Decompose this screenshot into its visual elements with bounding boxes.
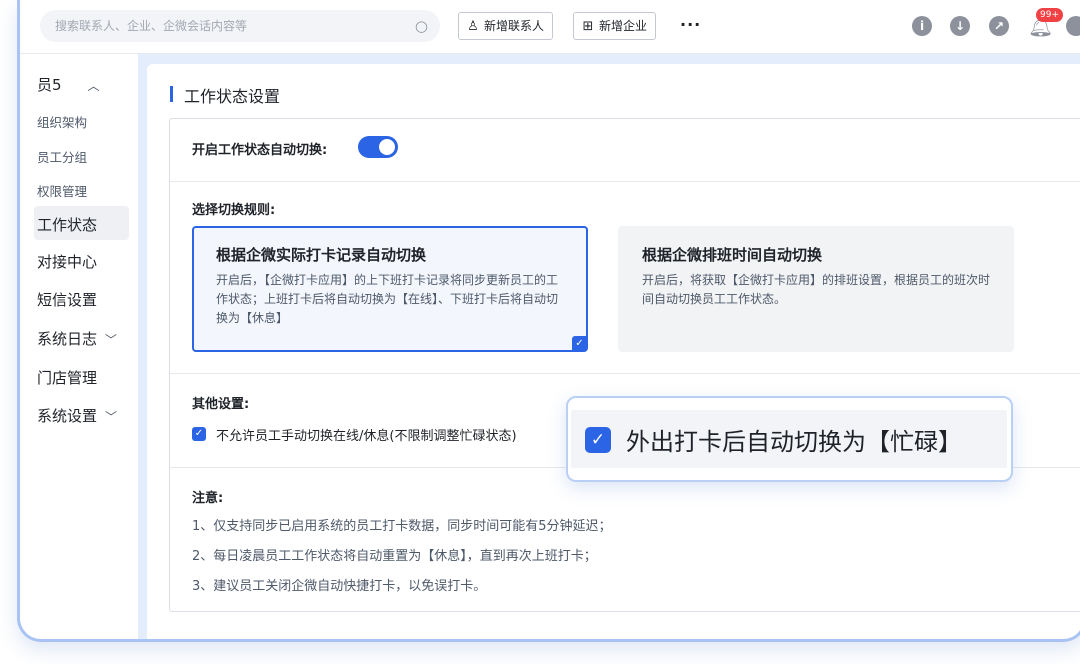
- sidebar-item-org[interactable]: 组织架构: [37, 112, 87, 131]
- sidebar-item-staff-group[interactable]: 员工分组: [37, 147, 87, 166]
- other-settings-label: 其他设置:: [192, 397, 250, 412]
- chevron-up-icon: ︿: [87, 79, 100, 93]
- add-contact-icon: ♙: [467, 19, 479, 34]
- download-icon[interactable]: ↓: [950, 16, 970, 36]
- auto-switch-label: 开启工作状态自动切换:: [192, 143, 328, 158]
- rule-option-desc: 开启后，【企微打卡应用】的上下班打卡记录将同步更新员工的工作状态；上班打卡后将自…: [216, 273, 559, 325]
- rule-option-title: 根据企微实际打卡记录自动切换: [216, 246, 427, 264]
- new-contact-label: 新增联系人: [484, 19, 545, 33]
- note-item: 2、每日凌晨员工工作状态将自动重置为【休息】，直到再次上班打卡；: [192, 549, 597, 564]
- page-title: 工作状态设置: [184, 87, 281, 106]
- sidebar-item-logs-label: 系统日志: [37, 330, 98, 348]
- section-accent-bar: [170, 86, 173, 102]
- toggle-knob: [379, 139, 395, 155]
- notification-badge: 99+: [1036, 8, 1063, 22]
- rule-option-desc: 开启后，将获取【企微打卡应用】的排班设置，根据员工的班次时间自动切换员工工作状态…: [642, 273, 991, 306]
- more-menu-button[interactable]: ···: [680, 12, 701, 38]
- new-company-button[interactable]: ⊞ 新增企业: [573, 12, 657, 40]
- auto-switch-toggle[interactable]: [358, 136, 398, 158]
- top-bar: 搜索联系人、企业、企微会话内容等 ○ ♙ 新增联系人 ⊞ 新增企业 ··· i ↓ …: [20, 0, 1080, 54]
- add-company-icon: ⊞: [582, 19, 594, 34]
- notes-label: 注意:: [192, 491, 224, 506]
- note-item: 1、仅支持同步已启用系统的员工打卡数据，同步时间可能有5分钟延迟；: [192, 519, 612, 534]
- new-contact-button[interactable]: ♙ 新增联系人: [458, 12, 554, 40]
- sidebar-item-permissions[interactable]: 权限管理: [37, 181, 87, 200]
- rule-label: 选择切换规则:: [192, 203, 276, 218]
- search-icon[interactable]: ○: [415, 10, 428, 42]
- outing-busy-checkbox-label[interactable]: 外出打卡后自动切换为【忙碌】: [626, 422, 962, 457]
- sidebar-item-work-status[interactable]: 工作状态: [37, 214, 97, 235]
- divider: [170, 181, 1080, 182]
- avatar[interactable]: [1066, 16, 1080, 36]
- rule-option-schedule[interactable]: 根据企微排班时间自动切换 开启后，将获取【企微打卡应用】的排班设置，根据员工的班…: [618, 226, 1014, 352]
- manual-switch-checkbox-label[interactable]: 不允许员工手动切换在线/休息(不限制调整忙碌状态): [216, 425, 517, 444]
- sidebar-item-settings[interactable]: 系统设置 ﹀: [37, 405, 117, 426]
- selected-check-icon: ✓: [572, 336, 587, 351]
- checkbox-checked-icon[interactable]: ✓: [192, 427, 206, 441]
- sidebar-item-stores[interactable]: 门店管理: [37, 367, 97, 388]
- settings-card: 开启工作状态自动切换: 选择切换规则: 根据企微实际打卡记录自动切换 开启后，【…: [169, 118, 1080, 612]
- new-company-label: 新增企业: [599, 19, 648, 33]
- search-placeholder: 搜索联系人、企业、企微会话内容等: [55, 19, 248, 33]
- sidebar: 员5 ︿ 组织架构 员工分组 权限管理 工作状态 对接中心 短信设置 系统日志 ﹀ …: [20, 54, 138, 639]
- share-icon[interactable]: ↗: [989, 16, 1009, 36]
- divider: [170, 373, 1080, 374]
- main-panel: 工作状态设置 开启工作状态自动切换: 选择切换规则: 根据企微实际打卡记录自动切…: [147, 64, 1080, 639]
- rule-option-title: 根据企微排班时间自动切换: [642, 246, 823, 264]
- sidebar-item-sms[interactable]: 短信设置: [37, 289, 97, 310]
- search-input[interactable]: 搜索联系人、企业、企微会话内容等 ○: [40, 10, 440, 42]
- info-icon[interactable]: i: [912, 16, 932, 36]
- chevron-down-icon: ﹀: [105, 333, 118, 347]
- sidebar-group-header[interactable]: 员5 ︿: [37, 74, 100, 95]
- sidebar-item-logs[interactable]: 系统日志 ﹀: [37, 328, 117, 349]
- sidebar-item-settings-label: 系统设置: [37, 407, 98, 425]
- highlight-callout: ✓ 外出打卡后自动切换为【忙碌】: [566, 396, 1013, 482]
- note-item: 3、建议员工关闭企微自动快捷打卡，以免误打卡。: [192, 579, 487, 594]
- app-window: 搜索联系人、企业、企微会话内容等 ○ ♙ 新增联系人 ⊞ 新增企业 ··· i ↓ …: [17, 0, 1080, 642]
- checkbox-checked-icon[interactable]: ✓: [585, 427, 611, 453]
- sidebar-item-integration[interactable]: 对接中心: [37, 251, 97, 272]
- sidebar-group-label: 员5: [37, 76, 62, 94]
- rule-option-clock-records[interactable]: 根据企微实际打卡记录自动切换 开启后，【企微打卡应用】的上下班打卡记录将同步更新…: [192, 226, 588, 352]
- callout-inner: ✓ 外出打卡后自动切换为【忙碌】: [571, 410, 1007, 468]
- chevron-down-icon: ﹀: [105, 410, 118, 424]
